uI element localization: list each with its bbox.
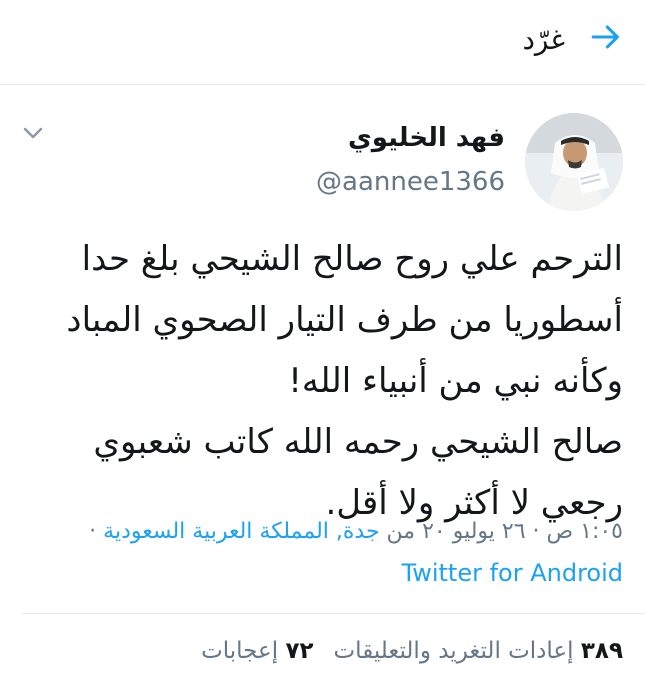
tweet-line: الترحم علي روح صالح الشيحي بلغ حدا xyxy=(81,239,623,279)
tweet-location[interactable]: جدة, المملكة العربية السعودية xyxy=(103,519,379,544)
avatar[interactable] xyxy=(525,113,623,211)
display-name[interactable]: فهد الخليوي xyxy=(348,121,505,155)
chevron-down-icon[interactable] xyxy=(22,125,44,141)
tweet-line: أسطوريا من طرف التيار الصحوي المباد xyxy=(66,300,623,340)
retweets-label: إعادات التغريد والتعليقات xyxy=(333,638,574,664)
tweet-line: صالح الشيحي رحمه الله كاتب شعبوي xyxy=(93,422,623,462)
likes-count: ٧٢ xyxy=(285,638,314,664)
likes-stat[interactable]: ٧٢ إعجابات xyxy=(201,638,313,664)
divider xyxy=(22,613,645,614)
arrow-right-icon[interactable] xyxy=(589,20,623,54)
top-bar: غرّد xyxy=(0,0,645,85)
tweet-source[interactable]: Twitter for Android xyxy=(402,557,623,589)
tweet-meta: ١:٠٥ ص · ٢٦ يوليو ٢٠ من جدة, المملكة الع… xyxy=(89,517,623,547)
tweet-text: الترحم علي روح صالح الشيحي بلغ حدا أسطور… xyxy=(18,229,623,534)
tweet-line: وكأنه نبي من أنبياء الله! xyxy=(288,361,623,401)
retweets-count: ٣٨٩ xyxy=(580,638,623,664)
avatar-image xyxy=(525,113,623,211)
likes-label: إعجابات xyxy=(201,638,279,664)
tweet-timestamp: ١:٠٥ ص · ٢٦ يوليو ٢٠ من xyxy=(386,519,623,544)
tweet-stats: ٣٨٩ إعادات التغريد والتعليقات ٧٢ إعجابات xyxy=(201,635,623,667)
meta-separator: · xyxy=(89,519,97,544)
page-title: غرّد xyxy=(522,23,565,56)
user-handle[interactable]: @aannee1366 xyxy=(316,165,505,199)
retweets-stat[interactable]: ٣٨٩ إعادات التغريد والتعليقات xyxy=(334,638,623,664)
